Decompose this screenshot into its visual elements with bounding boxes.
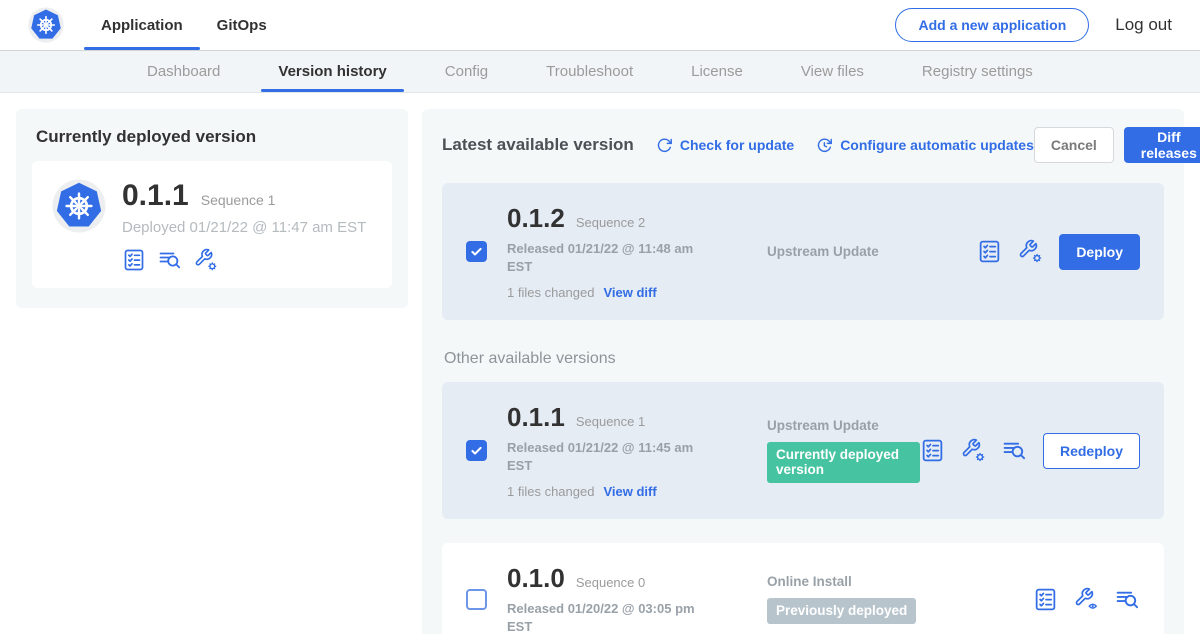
configure-updates-label: Configure automatic updates [840, 137, 1034, 153]
deployed-timestamp: Deployed 01/21/22 @ 11:47 am EST [122, 219, 366, 236]
released-timestamp: Released 01/21/22 @ 11:45 am EST [507, 439, 705, 474]
view-diff-link[interactable]: View diff [603, 285, 656, 300]
subnav-tab-license[interactable]: License [662, 51, 772, 92]
sequence-label: Sequence 0 [576, 575, 645, 590]
kubernetes-logo-icon [28, 7, 64, 43]
config-settings-icon[interactable] [194, 248, 218, 272]
tab-application[interactable]: Application [84, 0, 200, 50]
check-for-update-icon [656, 137, 673, 154]
config-settings-icon[interactable] [1018, 239, 1043, 264]
files-changed-label: 1 files changed [507, 484, 594, 499]
deploy-logs-icon[interactable] [158, 248, 182, 272]
config-settings-icon[interactable] [961, 438, 986, 463]
version-number: 0.1.0 [507, 563, 565, 594]
main-content: Currently deployed version 0.1.1 Sequenc… [0, 93, 1200, 634]
version-card-0-1-0: 0.1.0 Sequence 0 Released 01/20/22 @ 03:… [442, 543, 1164, 634]
diff-releases-button[interactable]: Diff releases [1124, 127, 1200, 163]
deployed-panel-title: Currently deployed version [36, 127, 392, 147]
version-checkbox[interactable] [466, 589, 487, 610]
sequence-label: Sequence 2 [576, 215, 645, 230]
version-source-label: Upstream Update [767, 244, 977, 259]
deploy-button[interactable]: Deploy [1059, 234, 1140, 270]
preflight-checks-icon[interactable] [1033, 587, 1058, 612]
preflight-checks-icon[interactable] [920, 438, 945, 463]
sequence-label: Sequence 1 [576, 414, 645, 429]
preflight-checks-icon[interactable] [122, 248, 146, 272]
preflight-checks-icon[interactable] [977, 239, 1002, 264]
subnav-tab-version-history[interactable]: Version history [249, 51, 415, 92]
add-application-button[interactable]: Add a new application [895, 8, 1089, 42]
top-nav: Application GitOps Add a new application… [0, 0, 1200, 50]
version-number: 0.1.2 [507, 203, 565, 234]
subnav-tab-troubleshoot[interactable]: Troubleshoot [517, 51, 662, 92]
deploy-logs-icon[interactable] [1002, 438, 1027, 463]
version-checkbox[interactable] [466, 241, 487, 262]
version-checkbox[interactable] [466, 440, 487, 461]
latest-available-title: Latest available version [442, 135, 634, 155]
auto-update-icon [816, 137, 833, 154]
logout-link[interactable]: Log out [1115, 15, 1172, 35]
files-changed-label: 1 files changed [507, 285, 594, 300]
currently-deployed-panel: Currently deployed version 0.1.1 Sequenc… [16, 109, 408, 308]
tab-gitops[interactable]: GitOps [200, 0, 284, 50]
released-timestamp: Released 01/21/22 @ 11:48 am EST [507, 240, 705, 275]
checkmark-icon [469, 443, 484, 458]
subnav-tab-registry-settings[interactable]: Registry settings [893, 51, 1062, 92]
version-source-label: Online Install [767, 574, 1033, 589]
top-tabs: Application GitOps [84, 0, 284, 50]
deploy-logs-icon[interactable] [1115, 587, 1140, 612]
subnav-tab-view-files[interactable]: View files [772, 51, 893, 92]
previously-deployed-badge: Previously deployed [767, 598, 916, 624]
released-timestamp: Released 01/20/22 @ 03:05 pm EST [507, 600, 705, 634]
app-sub-nav: Dashboard Version history Config Trouble… [0, 50, 1200, 93]
deployed-version-number: 0.1.1 [122, 179, 189, 213]
available-versions-panel: Latest available version Check for updat… [422, 109, 1184, 634]
kubernetes-app-icon [52, 179, 106, 233]
subnav-tab-dashboard[interactable]: Dashboard [118, 51, 249, 92]
version-card-0-1-2: 0.1.2 Sequence 2 Released 01/21/22 @ 11:… [442, 183, 1164, 320]
version-source-label: Upstream Update [767, 418, 920, 433]
view-diff-link[interactable]: View diff [603, 484, 656, 499]
version-card-0-1-1: 0.1.1 Sequence 1 Released 01/21/22 @ 11:… [442, 382, 1164, 519]
cancel-button[interactable]: Cancel [1034, 127, 1114, 163]
redeploy-button[interactable]: Redeploy [1043, 433, 1140, 469]
subnav-tab-config[interactable]: Config [416, 51, 517, 92]
deployed-sequence-label: Sequence 1 [201, 192, 276, 208]
checkmark-icon [469, 244, 484, 259]
check-for-update-link[interactable]: Check for update [656, 137, 794, 154]
other-versions-title: Other available versions [444, 350, 1164, 368]
configure-updates-link[interactable]: Configure automatic updates [816, 137, 1034, 154]
view-config-icon[interactable] [1074, 587, 1099, 612]
deployed-version-card: 0.1.1 Sequence 1 Deployed 01/21/22 @ 11:… [32, 161, 392, 288]
check-for-update-label: Check for update [680, 137, 794, 153]
currently-deployed-badge: Currently deployed version [767, 442, 920, 483]
version-number: 0.1.1 [507, 402, 565, 433]
